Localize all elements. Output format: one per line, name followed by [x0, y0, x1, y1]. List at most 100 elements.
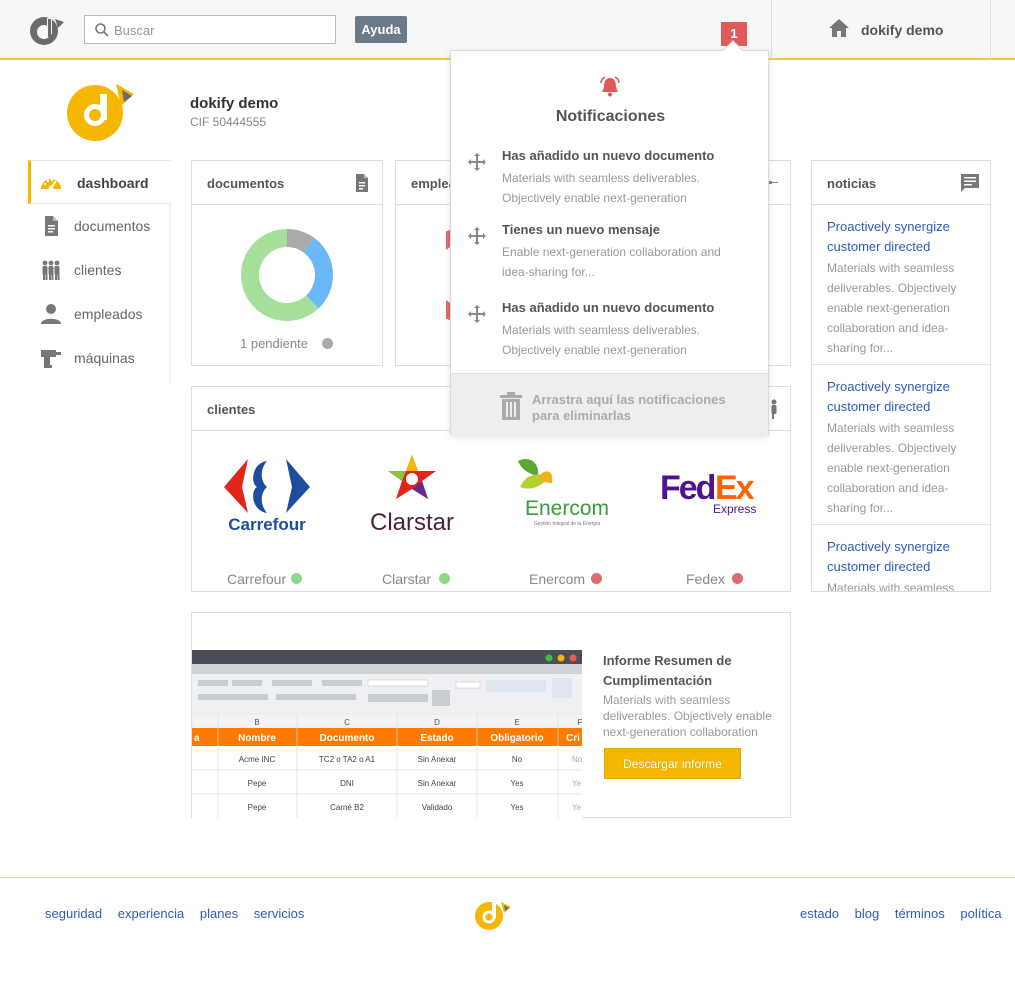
- sidebar-nav: dashboard documentos clientes empleados: [28, 160, 171, 380]
- footer-link-terminos[interactable]: términos: [895, 906, 945, 921]
- report-panel: B C D E F a Nombre Documento Estado Obli…: [191, 612, 791, 818]
- svg-text:Yes: Yes: [510, 779, 523, 788]
- dokify-logo[interactable]: [27, 13, 65, 47]
- trash-dropzone-text: Arrastra aquí las notificaciones para el…: [532, 392, 726, 423]
- notification-body: Materials with seamless deliverables. Ob…: [502, 171, 701, 205]
- home-icon: [829, 19, 849, 37]
- client-name: Fedex: [686, 571, 725, 587]
- svg-text:C: C: [344, 718, 350, 727]
- svg-text:No: No: [572, 755, 582, 764]
- notification-trash-dropzone[interactable]: Arrastra aquí las notificaciones para el…: [451, 373, 768, 435]
- client-name: Clarstar: [382, 571, 432, 587]
- svg-text:Pepe: Pepe: [248, 779, 267, 788]
- svg-text:Ye: Ye: [572, 779, 582, 788]
- sidebar-item-empleados[interactable]: empleados: [28, 292, 171, 336]
- news-text: Materials with seamless: [827, 581, 955, 592]
- help-button[interactable]: Ayuda: [355, 16, 407, 43]
- news-panel-header[interactable]: noticias: [812, 161, 990, 205]
- notification-title: Has añadido un nuevo documento: [502, 300, 715, 315]
- company-switcher-name: dokify demo: [861, 22, 944, 38]
- sidebar-item-maquinas[interactable]: máquinas: [28, 336, 171, 380]
- svg-text:Obligatorio: Obligatorio: [490, 733, 543, 744]
- sidebar-item-label: máquinas: [74, 350, 135, 366]
- company-title: dokify demo: [190, 95, 279, 112]
- svg-text:F: F: [578, 718, 582, 727]
- sidebar-item-dashboard[interactable]: dashboard: [28, 160, 171, 204]
- sidebar-item-label: clientes: [74, 262, 122, 278]
- footer-link-experiencia[interactable]: experiencia: [118, 906, 185, 921]
- svg-text:No: No: [512, 755, 523, 764]
- spreadsheet-preview: B C D E F a Nombre Documento Estado Obli…: [192, 650, 582, 818]
- search-input[interactable]: [114, 20, 324, 40]
- footer-link-servicios[interactable]: servicios: [254, 906, 305, 921]
- document-icon: [45, 216, 58, 236]
- svg-text:DNI: DNI: [340, 779, 354, 788]
- drill-icon: [41, 350, 61, 368]
- news-panel-title: noticias: [827, 176, 877, 191]
- svg-text:Carné B2: Carné B2: [330, 803, 364, 812]
- move-icon[interactable]: [467, 152, 487, 172]
- footer-link-estado[interactable]: estado: [800, 906, 839, 921]
- donut-segment-gray[interactable]: [286, 229, 315, 253]
- footer-link-seguridad[interactable]: seguridad: [45, 906, 102, 921]
- news-text: Materials with seamless deliverables. Ob…: [827, 421, 957, 515]
- company-cif: CIF 50444555: [190, 115, 267, 129]
- documents-panel-title: documentos: [207, 176, 285, 191]
- company-switcher[interactable]: dokify demo: [771, 0, 991, 59]
- footer: seguridad experiencia planes servicios e…: [0, 877, 1015, 1000]
- notification-title: Tienes un nuevo mensaje: [502, 222, 660, 237]
- news-text: Materials with seamless deliverables. Ob…: [827, 261, 957, 355]
- svg-text:Gestión Integral de la Energía: Gestión Integral de la Energía: [534, 521, 601, 527]
- client-name: Enercom: [529, 571, 586, 587]
- donut-segment-blue[interactable]: [303, 237, 333, 309]
- search-icon: [95, 23, 109, 37]
- footer-links-left: seguridad experiencia planes servicios: [45, 906, 316, 921]
- sidebar-item-documentos[interactable]: documentos: [28, 204, 171, 248]
- sidebar-item-label: dashboard: [77, 175, 149, 191]
- svg-text:E: E: [514, 718, 519, 727]
- client-status-dot-ok: [291, 573, 302, 584]
- notification-item[interactable]: Has añadido un nuevo documento Materials…: [465, 148, 765, 222]
- download-report-button[interactable]: Descargar informe: [604, 748, 741, 779]
- news-link[interactable]: Proactively synergize customer directed: [827, 379, 950, 414]
- svg-text:Validado: Validado: [422, 803, 453, 812]
- move-icon[interactable]: [467, 304, 487, 324]
- svg-text:Nombre: Nombre: [238, 733, 276, 744]
- documents-panel-header[interactable]: documentos: [192, 161, 382, 205]
- dashboard-icon: [41, 178, 61, 191]
- document-icon: [356, 174, 368, 192]
- svg-text:Estado: Estado: [420, 733, 453, 744]
- svg-text:Documento: Documento: [320, 733, 375, 744]
- footer-link-blog[interactable]: blog: [855, 906, 880, 921]
- svg-text:D: D: [434, 718, 440, 727]
- notifications-dropdown: Notificaciones Has añadido un nuevo docu…: [450, 40, 769, 435]
- clients-panel-title: clientes: [207, 402, 256, 417]
- move-icon[interactable]: [467, 226, 487, 246]
- documents-donut-chart[interactable]: [239, 227, 335, 323]
- news-item: Proactively synergize customer directed …: [812, 205, 990, 365]
- footer-link-planes[interactable]: planes: [200, 906, 238, 921]
- svg-text:Express: Express: [713, 502, 756, 516]
- pending-status: 1 pendiente: [240, 336, 333, 351]
- footer-logo[interactable]: [472, 897, 512, 931]
- notification-item[interactable]: Tienes un nuevo mensaje Enable next-gene…: [465, 222, 765, 296]
- svg-text:Pepe: Pepe: [248, 803, 267, 812]
- notification-item[interactable]: Has añadido un nuevo documento Materials…: [465, 300, 765, 374]
- report-title: Informe Resumen de Cumplimentación: [603, 653, 732, 688]
- svg-text:Fed: Fed: [660, 469, 715, 507]
- svg-text:B: B: [254, 718, 259, 727]
- svg-text:Yes: Yes: [510, 803, 523, 812]
- svg-text:Sin Anexar: Sin Anexar: [418, 779, 457, 788]
- client-name: Carrefour: [227, 571, 287, 587]
- search-box[interactable]: [84, 15, 336, 44]
- svg-text:TC2 o TA2 o A1: TC2 o TA2 o A1: [319, 755, 376, 764]
- sidebar-divider: [169, 205, 171, 385]
- sidebar-item-clientes[interactable]: clientes: [28, 248, 171, 292]
- notifications-title: Notificaciones: [555, 108, 666, 125]
- person-icon: [41, 304, 61, 324]
- footer-link-politica[interactable]: política: [960, 906, 1001, 921]
- sidebar-item-label: empleados: [74, 306, 143, 322]
- client-status-dot-ok: [439, 573, 450, 584]
- news-link[interactable]: Proactively synergize customer directed: [827, 539, 950, 574]
- news-link[interactable]: Proactively synergize customer directed: [827, 219, 950, 254]
